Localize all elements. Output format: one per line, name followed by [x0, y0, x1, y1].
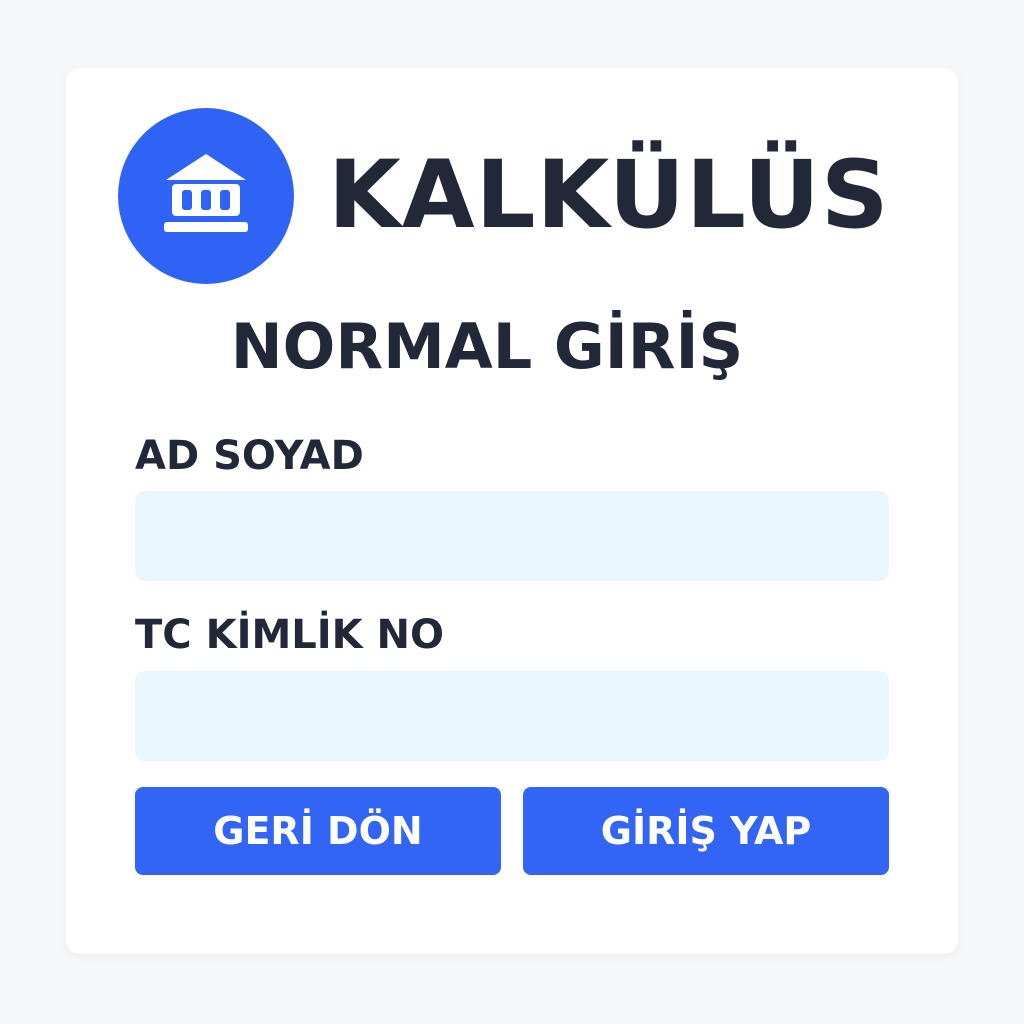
login-button[interactable]: GİRİŞ YAP — [523, 787, 889, 875]
brand-name: KALKÜLÜS — [328, 141, 890, 250]
login-card: KALKÜLÜS NORMAL GİRİŞ AD SOYAD TC KİMLİK… — [66, 68, 958, 954]
brand-header: KALKÜLÜS — [118, 108, 890, 284]
brand-logo — [118, 108, 294, 284]
back-button[interactable]: GERİ DÖN — [135, 787, 501, 875]
bank-building-icon — [164, 154, 248, 232]
name-label: AD SOYAD — [135, 433, 364, 479]
name-input[interactable] — [135, 491, 889, 581]
page-title: NORMAL GİRİŞ — [230, 310, 744, 383]
id-number-label: TC KİMLİK NO — [135, 612, 445, 658]
id-number-input[interactable] — [135, 671, 889, 761]
